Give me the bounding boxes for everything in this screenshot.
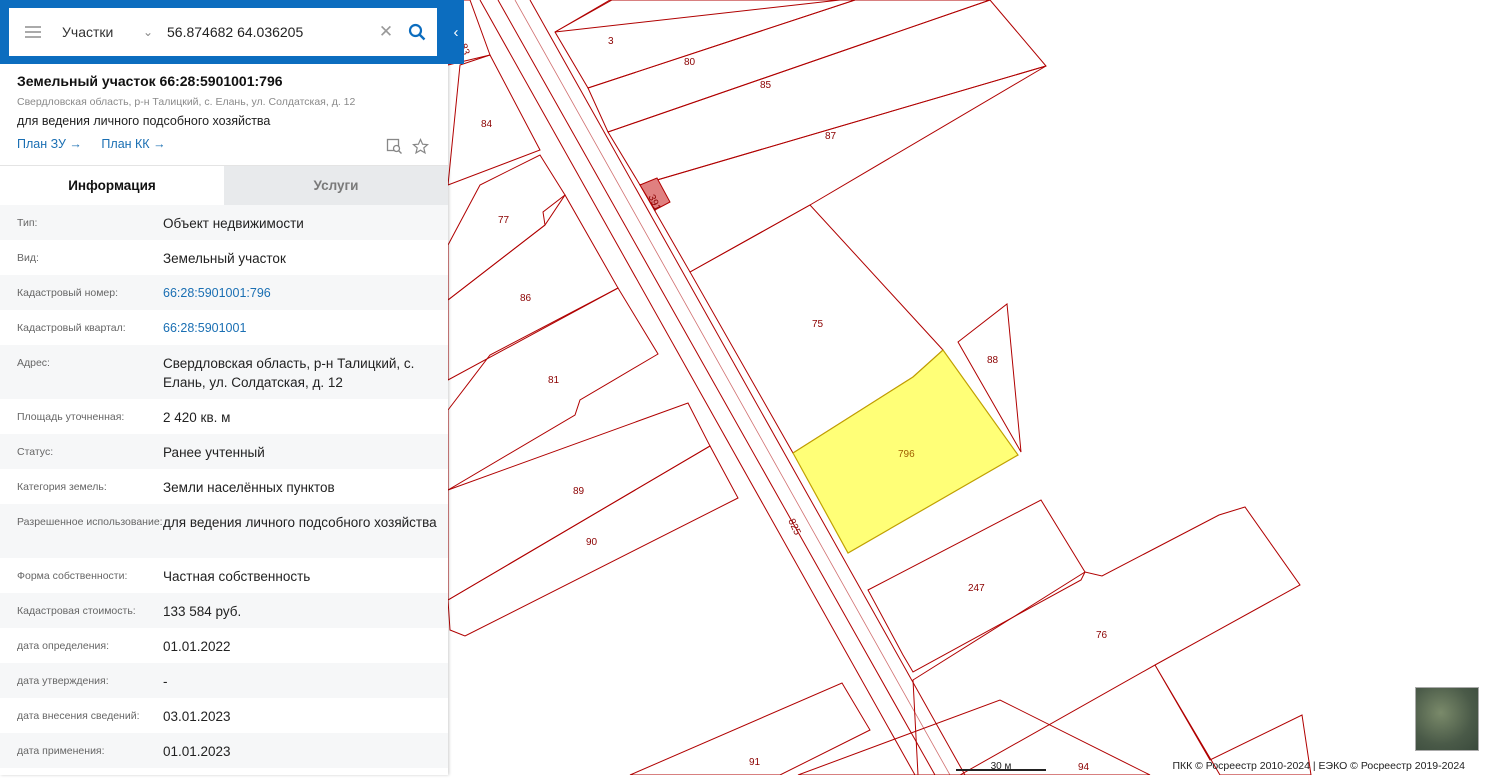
parcel-label: 84 [481, 119, 493, 130]
parcel-title: Земельный участок 66:28:5901001:796 [17, 73, 283, 89]
parcel-address: Свердловская область, р-н Талицкий, с. Е… [17, 96, 356, 108]
attribution: ПКК © Росреестр 2010-2024 | ЕЭКО © Росре… [1172, 760, 1465, 772]
parcel-label: 86 [520, 293, 532, 304]
parcel-label: 89 [573, 486, 585, 497]
table-row: Форма собственности: Частная собственност… [0, 558, 448, 593]
row-value: 133 584 руб. [163, 604, 242, 619]
row-label: дата применения: [17, 745, 105, 757]
search-input[interactable]: 56.874682 64.036205 [161, 24, 375, 40]
parcel-label: 80 [684, 57, 696, 68]
layer-select[interactable]: Участки ⌄ [57, 24, 161, 40]
search-box: Участки ⌄ 56.874682 64.036205 ✕ [9, 8, 437, 56]
row-label: дата утверждения: [17, 675, 109, 687]
parcel-label: 94 [1078, 762, 1090, 773]
parcel-label: 75 [812, 319, 824, 330]
parcel-label: 88 [987, 355, 999, 366]
action-icons [386, 138, 429, 155]
table-row: Адрес: Свердловская область, р-н Талицкий… [0, 345, 448, 399]
row-value: 01.01.2023 [163, 744, 231, 759]
table-row: Площадь уточненная: 2 420 кв. м [0, 399, 448, 434]
tab-info[interactable]: Информация [0, 166, 224, 205]
parcel-label: 85 [760, 80, 772, 91]
row-label: Форма собственности: [17, 570, 128, 582]
table-row: дата определения: 01.01.2022 [0, 628, 448, 663]
zoom-to-object-icon[interactable] [386, 138, 403, 155]
basemap-switcher[interactable] [1415, 687, 1479, 751]
parcel-label: 91 [749, 757, 761, 768]
parcel-label: 76 [1096, 630, 1108, 641]
favorite-star-icon[interactable] [412, 138, 429, 155]
row-label: Вид: [17, 252, 39, 264]
table-row: Статус: Ранее учтенный [0, 434, 448, 469]
cadastral-quarter-link[interactable]: 66:28:5901001 [163, 319, 448, 345]
row-label: дата определения: [17, 640, 110, 652]
tab-services[interactable]: Услуги [224, 166, 448, 205]
parcel-label: 81 [548, 375, 560, 386]
table-row: Кадастровая стоимость: 133 584 руб. [0, 593, 448, 628]
row-label: дата внесения сведений: [17, 710, 140, 722]
parcel-label: 90 [586, 537, 598, 548]
table-row: Категория земель: Земли населённых пункто… [0, 469, 448, 504]
table-row: дата применения: 01.01.2023 [0, 733, 448, 768]
plan-links: План ЗУ → План КК → [17, 137, 431, 151]
parcel-header: Земельный участок 66:28:5901001:796 Свер… [0, 64, 448, 166]
attributes-table: Тип: Объект недвижимости Вид: Земельный уч… [0, 205, 448, 768]
row-value: для ведения личного подсобного хозяйства [163, 515, 437, 530]
table-row: дата утверждения: - [0, 663, 448, 698]
search-bar: Участки ⌄ 56.874682 64.036205 ✕ [0, 0, 448, 64]
table-row: дата внесения сведений: 03.01.2023 [0, 698, 448, 733]
row-label: Разрешенное использование: [17, 516, 163, 528]
row-label: Адрес: [17, 357, 50, 369]
parcel-purpose: для ведения личного подсобного хозяйства [17, 114, 271, 128]
cadastral-number-link[interactable]: 66:28:5901001:796 [163, 284, 448, 310]
row-value: Ранее учтенный [163, 445, 265, 460]
search-icon[interactable] [397, 23, 437, 41]
parcel-label: 77 [498, 215, 510, 226]
parcel-label: 247 [968, 583, 985, 594]
menu-icon[interactable] [9, 8, 57, 56]
row-value: 2 420 кв. м [163, 410, 231, 425]
parcel-label: 796 [898, 449, 915, 460]
row-value: Частная собственность [163, 569, 311, 584]
info-panel: Участки ⌄ 56.874682 64.036205 ✕ Земельны… [0, 0, 448, 775]
table-row: Вид: Земельный участок [0, 240, 448, 275]
row-label: Кадастровый номер: [17, 287, 119, 299]
table-row: Разрешенное использование: для ведения ли… [0, 504, 448, 558]
row-label: Тип: [17, 217, 38, 229]
layer-select-value: Участки [62, 24, 114, 40]
row-value: Свердловская область, р-н Талицкий, с. Е… [163, 356, 415, 390]
table-row: Кадастровый квартал: 66:28:5901001 [0, 310, 448, 345]
row-value: - [163, 674, 168, 689]
row-value: Земельный участок [163, 251, 286, 266]
row-label: Кадастровый квартал: [17, 322, 126, 334]
row-label: Кадастровая стоимость: [17, 605, 136, 617]
row-value: 01.01.2022 [163, 639, 231, 654]
collapse-panel-icon[interactable]: ‹ [448, 0, 464, 64]
parcel-label: 3 [608, 36, 614, 47]
scale-bar: 30 м [956, 761, 1046, 772]
plan-zu-link[interactable]: План ЗУ → [17, 137, 82, 151]
parcel-label: 87 [825, 131, 837, 142]
table-row: Тип: Объект недвижимости [0, 205, 448, 240]
row-label: Площадь уточненная: [17, 411, 125, 423]
plan-kk-link[interactable]: План КК → [101, 137, 165, 151]
row-value: Объект недвижимости [163, 216, 304, 231]
clear-icon[interactable]: ✕ [375, 22, 397, 42]
row-label: Категория земель: [17, 481, 107, 493]
parcel-label: 825 [785, 517, 802, 537]
chevron-down-icon: ⌄ [142, 25, 153, 39]
row-label: Статус: [17, 446, 54, 458]
row-value: 03.01.2023 [163, 709, 231, 724]
table-row: Кадастровый номер: 66:28:5901001:796 [0, 275, 448, 310]
tab-bar: Информация Услуги [0, 166, 448, 205]
row-value: Земли населённых пунктов [163, 480, 335, 495]
